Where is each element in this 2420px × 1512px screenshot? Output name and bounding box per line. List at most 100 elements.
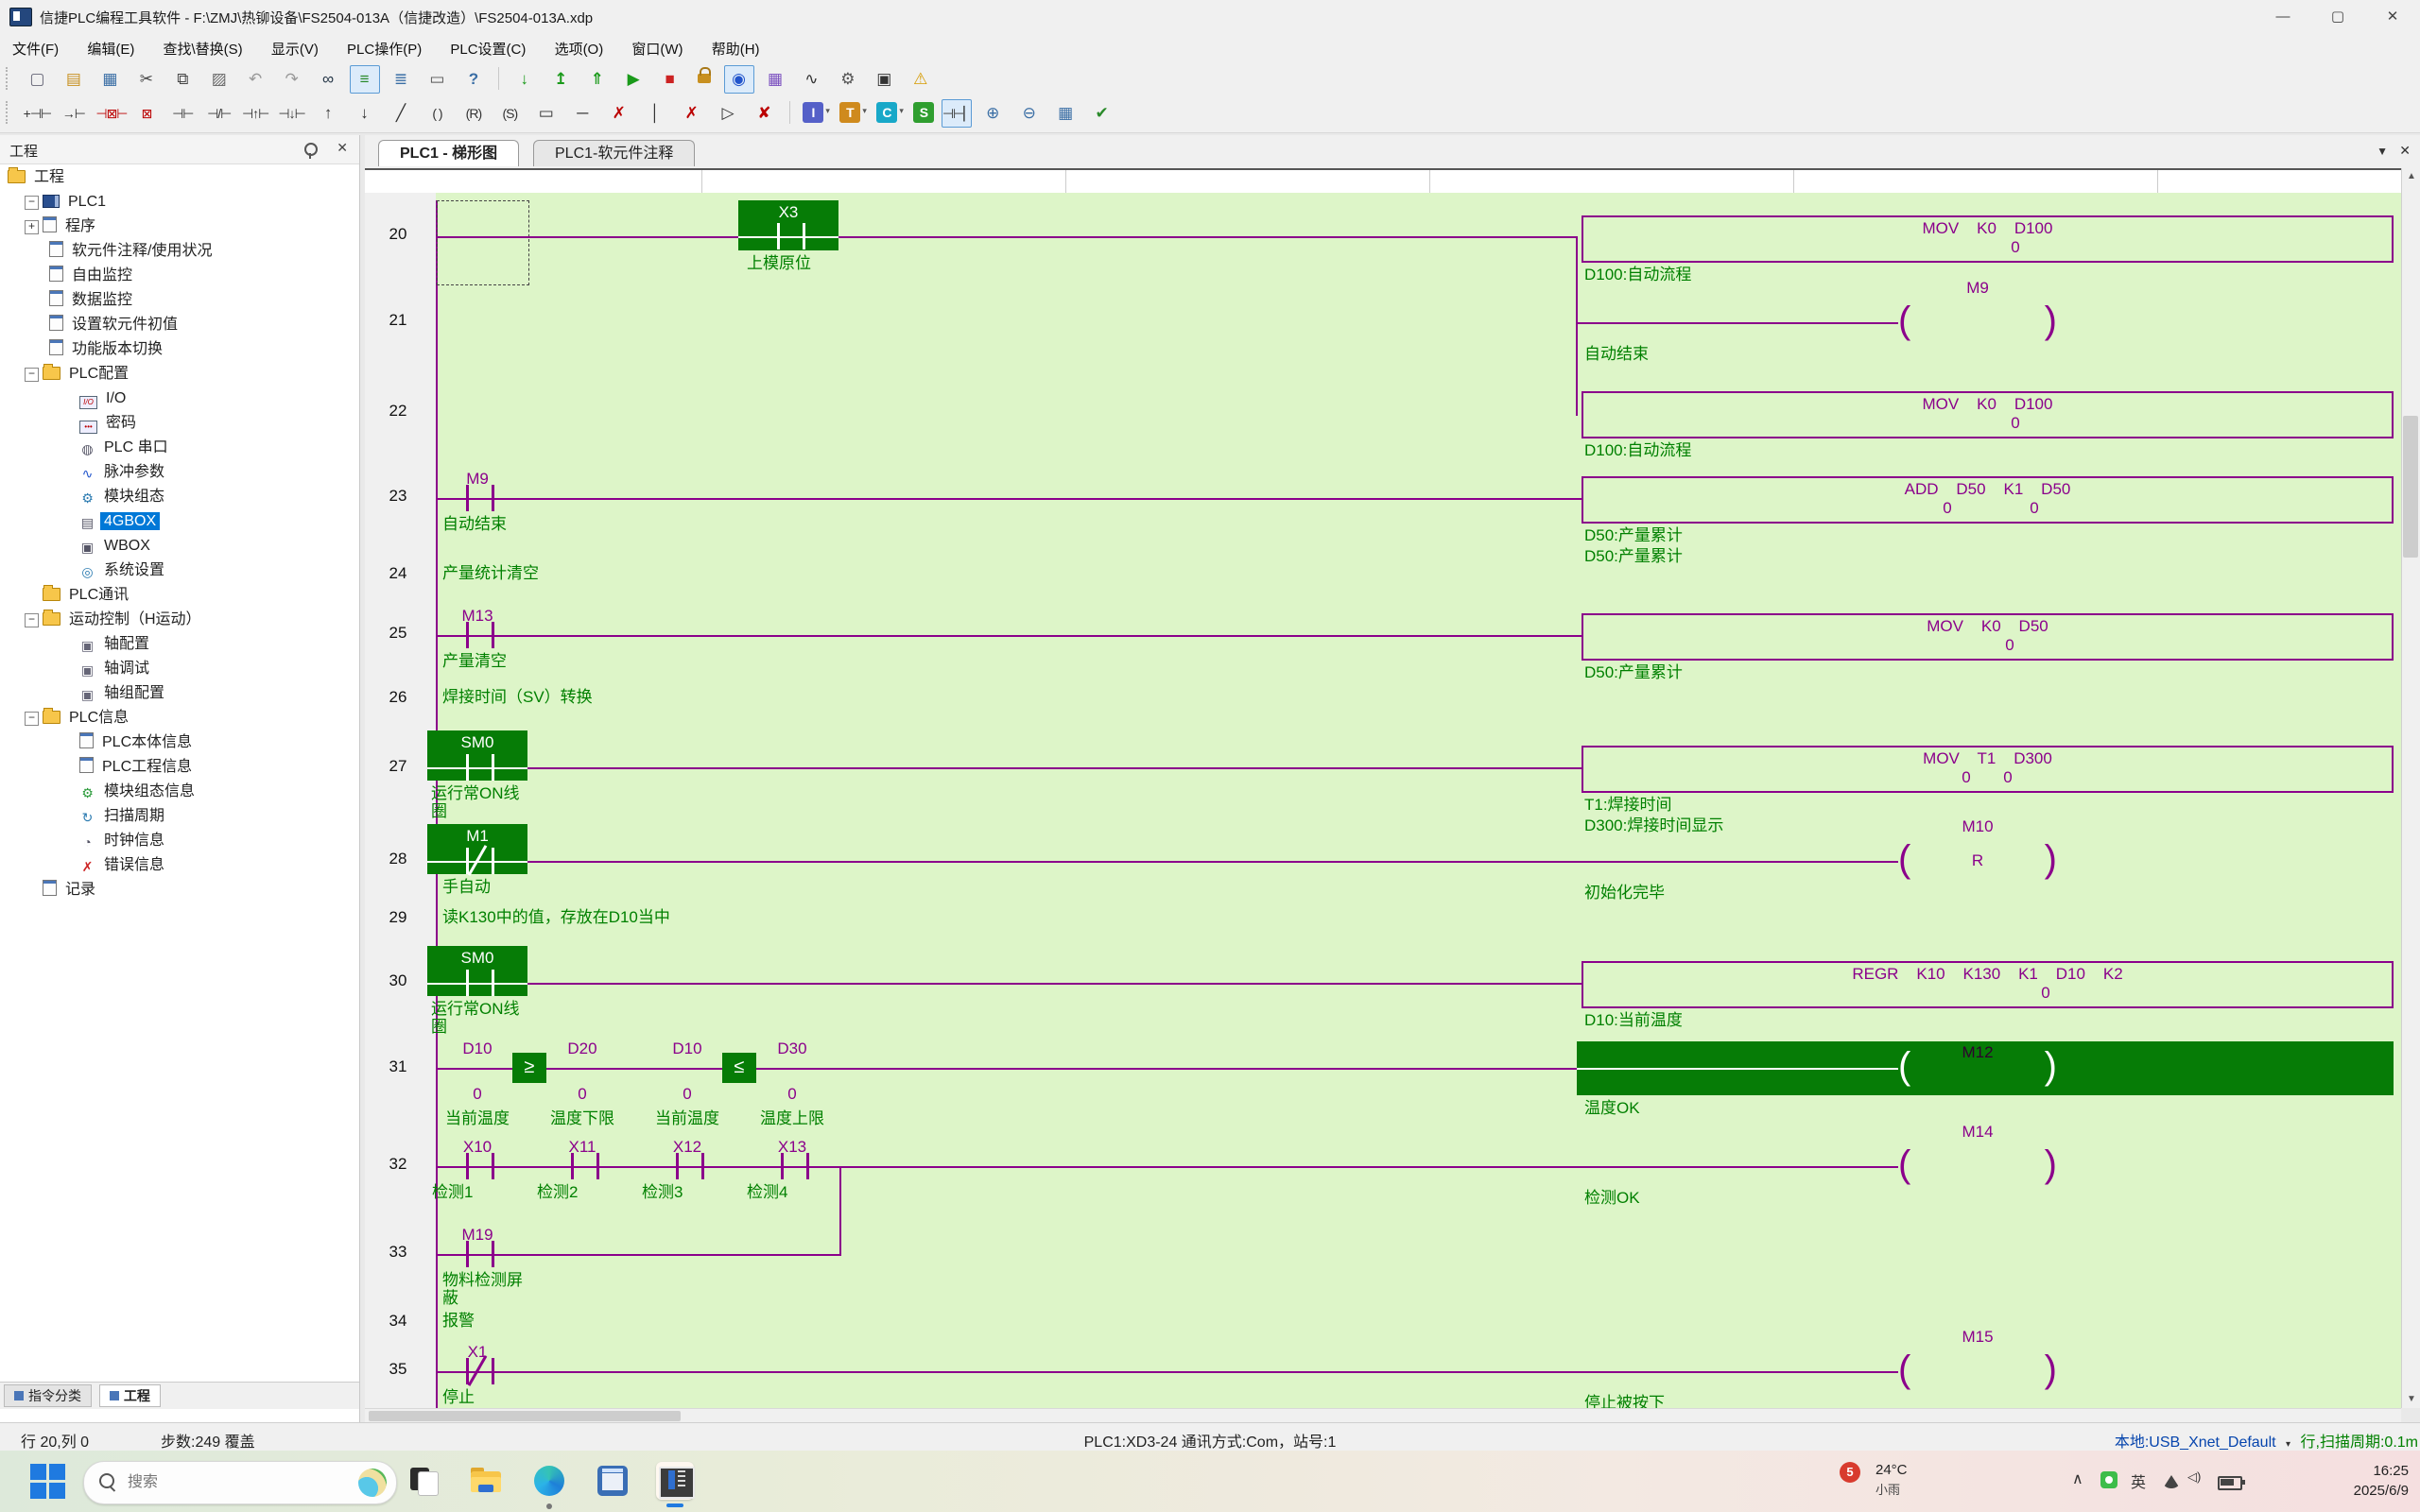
- comm-config-link[interactable]: 本地:USB_Xnet_Default: [2115, 1435, 2276, 1451]
- tree-item-plc1[interactable]: −PLC1: [0, 190, 359, 215]
- vline-button[interactable]: │: [640, 99, 670, 128]
- tree-item-plc-project-info[interactable]: PLC工程信息: [0, 755, 359, 780]
- contact-m9[interactable]: [466, 485, 494, 511]
- program-check-button[interactable]: ✔: [1087, 99, 1117, 128]
- coil-button[interactable]: ( ): [422, 99, 452, 128]
- instruction-box-add[interactable]: ADD D50 K1 D50: [1582, 476, 2394, 524]
- horizontal-scrollbar[interactable]: [365, 1408, 2401, 1423]
- tree-item-module-config[interactable]: ⚙模块组态: [0, 485, 359, 509]
- tree-item-scan-cycle[interactable]: ↻扫描周期: [0, 804, 359, 829]
- tree-item-data-monitor[interactable]: 数据监控: [0, 288, 359, 313]
- coil-m10-reset[interactable]: R: [1898, 840, 2057, 885]
- toolbar-handle[interactable]: [6, 67, 13, 90]
- scroll-up-icon[interactable]: ▲: [2402, 168, 2420, 185]
- tool-settings-button[interactable]: ⚙: [833, 65, 863, 94]
- expander-icon[interactable]: −: [25, 613, 39, 627]
- tree-item-free-monitor[interactable]: 自由监控: [0, 264, 359, 288]
- screenshot-button[interactable]: ▣: [869, 65, 899, 94]
- tree-item-system-settings[interactable]: ◎系统设置: [0, 558, 359, 583]
- output-window-button[interactable]: ▭: [422, 65, 452, 94]
- warning-button[interactable]: ⚠: [906, 65, 936, 94]
- weather-widget[interactable]: 24°C 小雨: [1876, 1460, 1908, 1500]
- expander-icon[interactable]: −: [25, 368, 39, 382]
- tree-item-wbox[interactable]: ▣WBOX: [0, 534, 359, 558]
- line-down-button[interactable]: ↓: [350, 99, 380, 128]
- expander-icon[interactable]: +: [25, 220, 39, 234]
- upload-from-plc-button[interactable]: ↥: [545, 65, 576, 94]
- expander-icon[interactable]: −: [25, 712, 39, 726]
- tray-chevron-icon[interactable]: ∧: [2072, 1469, 2083, 1488]
- tree-item-record[interactable]: 记录: [0, 878, 359, 902]
- stop-plc-button[interactable]: ■: [655, 65, 685, 94]
- coil-m9[interactable]: [1898, 301, 2057, 347]
- address-grid-button[interactable]: ▦: [1050, 99, 1080, 128]
- taskbar-search[interactable]: [83, 1461, 397, 1504]
- coil-m14[interactable]: [1898, 1145, 2057, 1191]
- contact-nc-button[interactable]: ⊣/⊢: [204, 99, 234, 128]
- maximize-button[interactable]: ▢: [2310, 0, 2365, 33]
- insert-branch-button[interactable]: →⊢: [59, 99, 89, 128]
- tab-project[interactable]: 工程: [99, 1384, 161, 1407]
- contact-m19[interactable]: [466, 1241, 494, 1267]
- dropdown-caret-icon[interactable]: ▾: [899, 106, 904, 116]
- tab-list-caret-icon[interactable]: ▼: [2377, 145, 2388, 158]
- zoom-out-button[interactable]: ⊖: [1014, 99, 1045, 128]
- coil-m12[interactable]: [1898, 1047, 2057, 1092]
- tree-item-version-switch[interactable]: 功能版本切换: [0, 337, 359, 362]
- download-to-plc-button[interactable]: ↓: [510, 65, 540, 94]
- tree-item-plc-comm[interactable]: PLC通讯: [0, 583, 359, 608]
- contact-x11[interactable]: [571, 1153, 599, 1179]
- coil-m15[interactable]: [1898, 1350, 2057, 1396]
- instruction-list-button[interactable]: ≣: [386, 65, 416, 94]
- start-button[interactable]: [28, 1462, 66, 1500]
- compare-contact-button[interactable]: ⊣⊢▏: [942, 99, 972, 128]
- select-mode-button[interactable]: ▷: [713, 99, 743, 128]
- calculator-button[interactable]: [594, 1462, 631, 1500]
- volume-icon[interactable]: ◁): [2187, 1469, 2201, 1485]
- notification-badge[interactable]: 5: [1840, 1462, 1860, 1483]
- menu-help[interactable]: 帮助(H): [700, 34, 772, 63]
- tab-close-icon[interactable]: ✕: [2399, 143, 2411, 159]
- insert-contact-button[interactable]: +⊣⊢: [22, 99, 52, 128]
- tree-item-plc-info[interactable]: −PLC信息: [0, 706, 359, 730]
- tree-item-clock-info[interactable]: ◔时钟信息: [0, 829, 359, 853]
- delete-branch-button[interactable]: ⊠: [131, 99, 162, 128]
- file-explorer-button[interactable]: [467, 1462, 505, 1500]
- comm-caret-icon[interactable]: ▾: [2286, 1439, 2290, 1450]
- hline-button[interactable]: ─: [567, 99, 597, 128]
- counter-c-button[interactable]: C: [876, 102, 897, 123]
- tree-item-4gbox[interactable]: ▤4GBOX: [0, 509, 359, 534]
- run-plc-button[interactable]: ▶: [618, 65, 648, 94]
- open-file-button[interactable]: ▤: [59, 65, 89, 94]
- tree-item-project-root[interactable]: 工程: [0, 165, 359, 190]
- instruction-i-button[interactable]: I: [803, 102, 823, 123]
- menu-plc-operate[interactable]: PLC操作(P): [335, 34, 434, 63]
- task-view-button[interactable]: [405, 1462, 442, 1500]
- compare-ge-contact[interactable]: ≥: [512, 1053, 546, 1083]
- toolbar-handle[interactable]: [6, 101, 13, 124]
- dropdown-caret-icon[interactable]: ▾: [862, 106, 867, 116]
- tree-item-error-info[interactable]: ✗错误信息: [0, 853, 359, 878]
- vertical-scrollbar[interactable]: ▲ ▼: [2401, 168, 2420, 1408]
- contact-no-button[interactable]: ⊣⊢: [167, 99, 198, 128]
- plc-software-button[interactable]: [656, 1462, 694, 1500]
- tree-item-axis-group[interactable]: ▣轴组配置: [0, 681, 359, 706]
- coil-set-button[interactable]: (S): [494, 99, 525, 128]
- contact-m13[interactable]: [466, 622, 494, 648]
- tree-item-program[interactable]: +程序: [0, 215, 359, 239]
- contact-x10[interactable]: [466, 1153, 494, 1179]
- menu-window[interactable]: 窗口(W): [619, 34, 695, 63]
- scroll-down-icon[interactable]: ▼: [2402, 1391, 2420, 1408]
- new-file-button[interactable]: ▢: [22, 65, 52, 94]
- line-up-button[interactable]: ↑: [313, 99, 343, 128]
- close-button[interactable]: ✕: [2365, 0, 2420, 33]
- module-config-button[interactable]: ▦: [760, 65, 790, 94]
- tree-item-axis-config[interactable]: ▣轴配置: [0, 632, 359, 657]
- tree-item-motion-control[interactable]: −运动控制（H运动）: [0, 608, 359, 632]
- delete-mode-button[interactable]: ✘: [750, 99, 780, 128]
- taskbar-clock[interactable]: 16:25 2025/6/9: [2318, 1461, 2409, 1501]
- dropdown-caret-icon[interactable]: ▾: [825, 106, 830, 116]
- invert-button[interactable]: ╱: [386, 99, 416, 128]
- contact-x13[interactable]: [781, 1153, 809, 1179]
- search-input[interactable]: [126, 1468, 319, 1498]
